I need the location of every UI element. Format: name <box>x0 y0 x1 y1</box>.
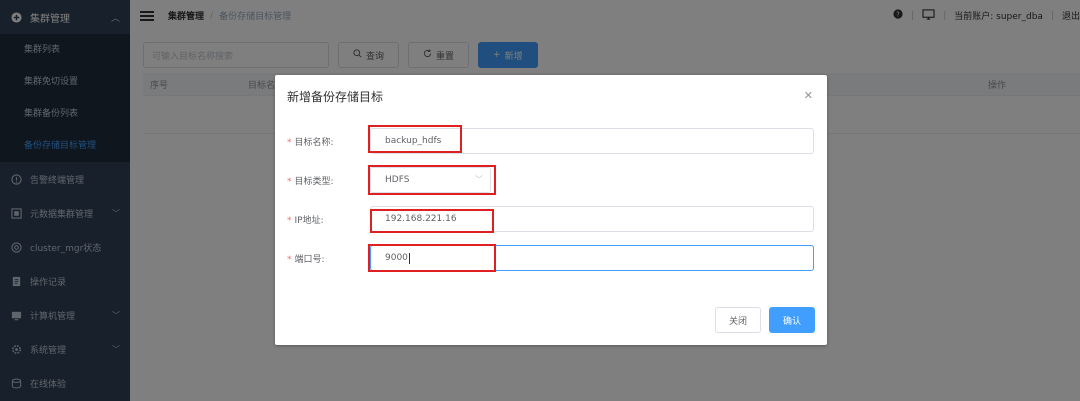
highlight-box-ip <box>370 209 494 233</box>
highlight-box-target-name <box>368 125 462 153</box>
form-row-target-type: * 目标类型: HDFS ﹀ <box>275 167 827 193</box>
ip-label: * IP地址: <box>287 216 324 226</box>
confirm-button[interactable]: 确认 <box>768 307 815 333</box>
port-label: * 端口号: <box>287 255 325 265</box>
target-name-label: * 目标名称: <box>287 138 334 148</box>
dialog-title: 新增备份存储目标 <box>287 90 384 104</box>
cancel-button[interactable]: 关闭 <box>714 307 761 333</box>
form-row-port: * 端口号: 9000 <box>275 245 827 271</box>
close-icon[interactable]: ✕ <box>804 89 813 102</box>
dialog-footer: 关闭 确认 <box>707 307 815 333</box>
form-row-target-name: * 目标名称: backup_hdfs <box>275 128 827 154</box>
add-backup-target-dialog: 新增备份存储目标 ✕ * 目标名称: backup_hdfs * 目标类型: HDF… <box>275 75 827 345</box>
highlight-box-target-type <box>368 165 496 195</box>
form-row-ip: * IP地址: 192.168.221.16 <box>275 206 827 232</box>
highlight-box-port <box>368 244 496 272</box>
target-type-label: * 目标类型: <box>287 177 334 187</box>
